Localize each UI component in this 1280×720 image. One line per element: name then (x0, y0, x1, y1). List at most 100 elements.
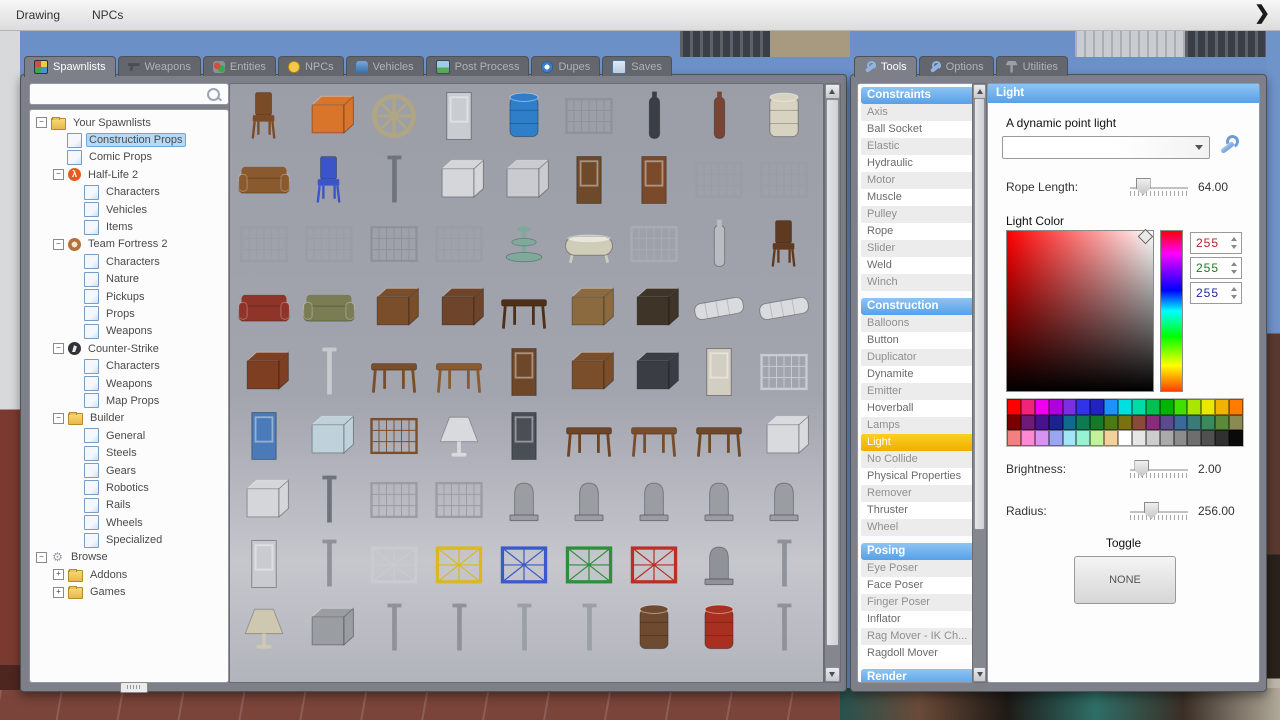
tool-item-duplicator[interactable]: Duplicator (861, 349, 974, 366)
palette-swatch[interactable] (1201, 399, 1216, 415)
spawnicon-truss-a[interactable] (364, 598, 424, 658)
spawnicon-cabinet[interactable] (494, 342, 554, 402)
spawnicon-gravestone-b[interactable] (559, 470, 619, 530)
spawnicon-dresser[interactable] (364, 278, 424, 338)
spawnicon-cage-yellow[interactable] (429, 534, 489, 594)
tool-list-scrollbar[interactable] (972, 83, 987, 683)
tool-item-no-collide[interactable]: No Collide (861, 451, 974, 468)
tab-options[interactable]: Options (918, 56, 994, 76)
palette-swatch[interactable] (1118, 399, 1132, 415)
spawnicon-jail-bars[interactable] (559, 86, 619, 146)
spawnicon-lamp-post[interactable] (364, 150, 424, 210)
palette-swatch[interactable] (1062, 399, 1077, 415)
tool-item-eye-poser[interactable]: Eye Poser (861, 560, 974, 577)
spawnicon-truss-b[interactable] (429, 598, 489, 658)
tool-item-wheel[interactable]: Wheel (861, 519, 974, 536)
palette-swatch[interactable] (1159, 430, 1174, 446)
palette-swatch[interactable] (1173, 399, 1188, 415)
palette-swatch[interactable] (1076, 414, 1091, 431)
scroll-up-icon[interactable] (973, 84, 986, 99)
spawnicon-dark-bin[interactable] (624, 278, 684, 338)
spawnicon-wire-fence-b[interactable] (754, 150, 814, 210)
palette-swatch[interactable] (1034, 430, 1049, 446)
spawnicon-mattress-b[interactable] (754, 278, 814, 338)
palette-swatch[interactable] (1229, 430, 1243, 446)
palette-swatch[interactable] (1215, 430, 1230, 446)
spawnicon-street-lamp[interactable] (299, 470, 359, 530)
palette-swatch[interactable] (1173, 414, 1188, 431)
scroll-up-icon[interactable] (825, 84, 840, 99)
spawnicon-desk[interactable] (624, 406, 684, 466)
palette-swatch[interactable] (1187, 399, 1202, 415)
spawnicon-dark-table[interactable] (494, 278, 554, 338)
scrollbar-thumb[interactable] (974, 98, 985, 530)
spawnicon-washer[interactable] (234, 470, 294, 530)
palette-swatch[interactable] (1090, 430, 1105, 446)
spawnicon-wood-door[interactable] (559, 150, 619, 210)
spawnicon-wood-chair[interactable] (754, 214, 814, 274)
tool-item-hoverball[interactable]: Hoverball (861, 400, 974, 417)
spawnicon-bathtub[interactable] (559, 214, 619, 274)
spawnicon-metal-door[interactable] (429, 86, 489, 146)
palette-swatch[interactable] (1187, 414, 1202, 431)
tool-item-muscle[interactable]: Muscle (861, 189, 974, 206)
palette-swatch[interactable] (1131, 399, 1146, 415)
slider-track[interactable] (1130, 511, 1188, 513)
spawnicon-shelf[interactable] (494, 150, 554, 210)
palette-swatch[interactable] (1007, 414, 1021, 431)
menu-item-npcs[interactable]: NPCs (76, 8, 139, 22)
spawnicon-wood-stand[interactable] (429, 342, 489, 402)
tab-tools[interactable]: Tools (854, 56, 917, 77)
spawnicon-water-heater[interactable] (689, 214, 749, 274)
blue-value-input[interactable]: 255 (1190, 282, 1242, 304)
tab-entities[interactable]: Entities (202, 56, 276, 76)
spawnicon-cage-blue[interactable] (494, 534, 554, 594)
spawnicon-road-barrier[interactable] (429, 150, 489, 210)
tree-item-your-spawnlists[interactable]: − Your Spawnlists (30, 114, 228, 131)
spawnicon-side-table[interactable] (364, 342, 424, 402)
tree-item-characters[interactable]: Characters (30, 253, 228, 270)
tree-item-browse[interactable]: − ⚙ Browse (30, 549, 228, 566)
collapse-icon[interactable]: − (53, 343, 64, 355)
spawnicon-fence-small-a[interactable] (364, 470, 424, 530)
spawnicon-wire-fence-e[interactable] (429, 214, 489, 274)
spawnicon-fridge[interactable] (689, 342, 749, 402)
spawnicon-locker-white[interactable] (234, 534, 294, 594)
spinner-arrows-icon[interactable] (1231, 283, 1238, 303)
palette-swatch[interactable] (1048, 414, 1063, 431)
tree-item-rails[interactable]: Rails (30, 497, 228, 514)
palette-swatch[interactable] (1131, 414, 1146, 431)
spawnicon-gravestone-a[interactable] (494, 470, 554, 530)
tool-item-motor[interactable]: Motor (861, 172, 974, 189)
tab-utilities[interactable]: Utilities (995, 56, 1069, 76)
palette-swatch[interactable] (1229, 414, 1243, 431)
palette-swatch[interactable] (1229, 399, 1243, 415)
tree-item-half-life-2[interactable]: − λ Half-Life 2 (30, 166, 228, 183)
spawnicon-wood-bench[interactable] (234, 150, 294, 210)
tool-item-finger-poser[interactable]: Finger Poser (861, 594, 974, 611)
tree-item-team-fortress-2[interactable]: − Team Fortress 2 (30, 236, 228, 253)
tool-item-balloons[interactable]: Balloons (861, 315, 974, 332)
spawnicon-old-wheel[interactable] (364, 86, 424, 146)
tool-item-rag-mover-ik-ch[interactable]: Rag Mover - IK Ch... (861, 628, 974, 645)
tree-item-specialized[interactable]: Specialized (30, 531, 228, 548)
collapse-icon[interactable]: − (53, 412, 64, 424)
tree-item-weapons[interactable]: Weapons (30, 375, 228, 392)
palette-swatch[interactable] (1145, 414, 1160, 431)
spawnicon-wire-fence-d[interactable] (299, 214, 359, 274)
tab-dupes[interactable]: Dupes (531, 56, 601, 76)
spawnicon-gloves[interactable] (754, 406, 814, 466)
tool-item-axis[interactable]: Axis (861, 104, 974, 121)
scroll-down-icon[interactable] (973, 667, 986, 682)
tool-item-elastic[interactable]: Elastic (861, 138, 974, 155)
spawnicon-bed-frame[interactable] (624, 214, 684, 274)
spawnicon-small-table[interactable] (689, 406, 749, 466)
palette-swatch[interactable] (1048, 430, 1063, 446)
tree-item-counter-strike[interactable]: − Counter-Strike (30, 340, 228, 357)
tool-item-button[interactable]: Button (861, 332, 974, 349)
spawnicon-faucet-a[interactable] (494, 598, 554, 658)
spawnicon-monument[interactable] (689, 534, 749, 594)
palette-swatch[interactable] (1173, 430, 1188, 446)
palette-swatch[interactable] (1090, 414, 1105, 431)
palette-swatch[interactable] (1118, 414, 1132, 431)
